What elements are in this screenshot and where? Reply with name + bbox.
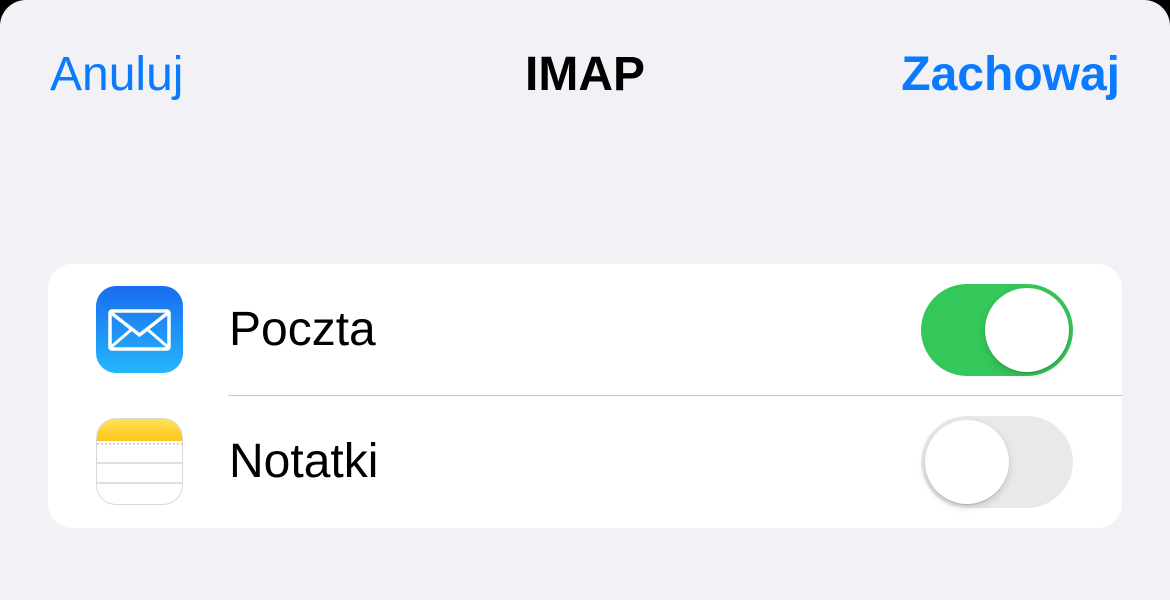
notes-toggle[interactable]: [921, 416, 1073, 508]
toggle-knob: [925, 420, 1009, 504]
mail-label: Poczta: [229, 303, 376, 356]
notes-icon: [96, 418, 183, 505]
imap-settings-sheet: Anuluj IMAP Zachowaj Poczta Notatki: [0, 0, 1170, 600]
mail-toggle[interactable]: [921, 284, 1073, 376]
mail-icon: [96, 286, 183, 373]
toggle-knob: [985, 288, 1069, 372]
list-item-notes: Notatki: [48, 396, 1122, 528]
notes-label: Notatki: [229, 435, 379, 488]
save-button[interactable]: Zachowaj: [901, 44, 1120, 106]
app-toggle-list: Poczta Notatki: [48, 264, 1122, 528]
list-item-mail: Poczta: [48, 264, 1122, 396]
